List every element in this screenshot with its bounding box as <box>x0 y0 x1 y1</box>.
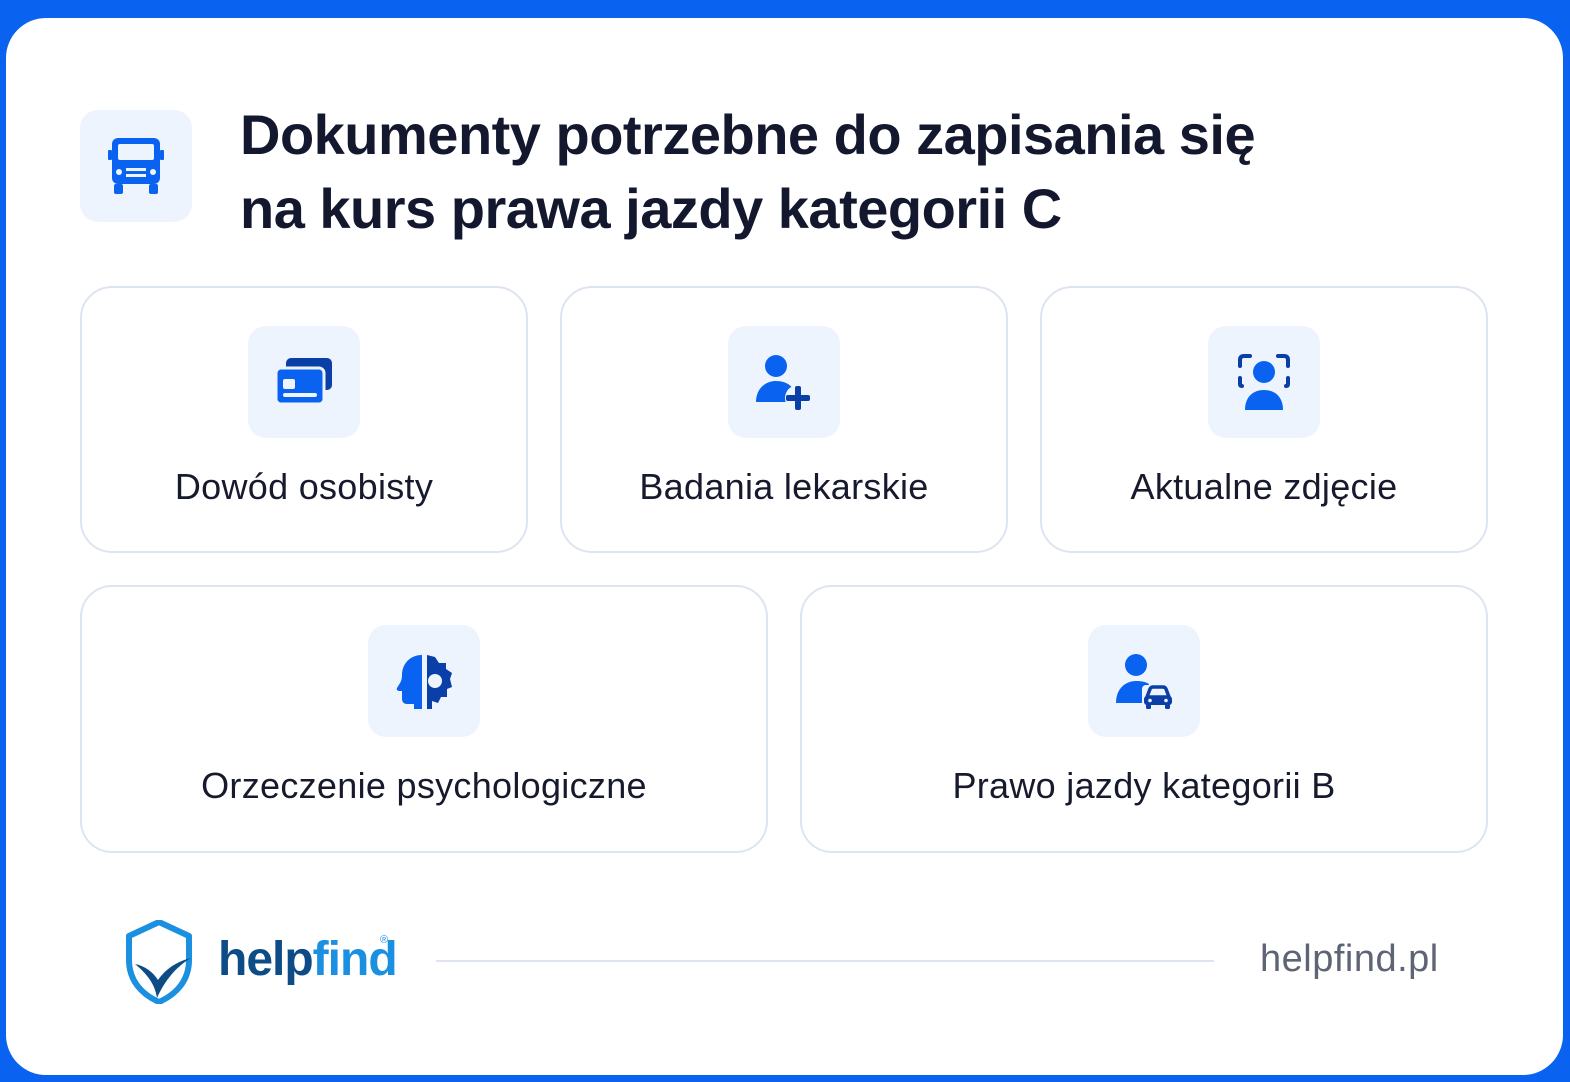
card-icon-box <box>248 326 360 438</box>
title-line-1: Dokumenty potrzebne do zapisania się <box>240 103 1256 166</box>
document-card-id: Dowód osobisty <box>80 286 528 553</box>
document-card-psych: Orzeczenie psychologiczne <box>80 585 768 853</box>
card-icon-box <box>1208 326 1320 438</box>
website-url: helpfind.pl <box>1260 938 1439 980</box>
document-card-photo: Aktualne zdjęcie <box>1040 286 1488 553</box>
card-label: Aktualne zdjęcie <box>1130 466 1398 507</box>
card-icon-box <box>368 625 480 737</box>
page-title: Dokumenty potrzebne do zapisania się na … <box>240 98 1390 246</box>
card-label: Badania lekarskie <box>639 466 929 507</box>
document-card-license-b: Prawo jazdy kategorii B <box>800 585 1488 853</box>
user-car-icon <box>1116 654 1174 711</box>
card-icon-box <box>1088 625 1200 737</box>
card-icon-box <box>728 326 840 438</box>
brand-logo-text: helpfind <box>218 928 398 992</box>
truck-icon <box>108 138 164 194</box>
card-label: Prawo jazdy kategorii B <box>952 765 1336 806</box>
head-gear-icon <box>396 655 452 709</box>
footer-divider <box>436 960 1214 962</box>
card-label: Dowód osobisty <box>174 466 434 507</box>
title-line-2: na kurs prawa jazdy kategorii C <box>240 177 1062 240</box>
id-card-icon <box>274 358 332 406</box>
header-icon-box <box>80 110 192 222</box>
face-scan-icon <box>1238 354 1290 410</box>
user-plus-icon <box>756 355 811 411</box>
registered-mark: ® <box>380 934 389 946</box>
document-card-medical: Badania lekarskie <box>560 286 1008 553</box>
card-label: Orzeczenie psychologiczne <box>201 765 647 806</box>
logo-help: help <box>218 933 314 986</box>
